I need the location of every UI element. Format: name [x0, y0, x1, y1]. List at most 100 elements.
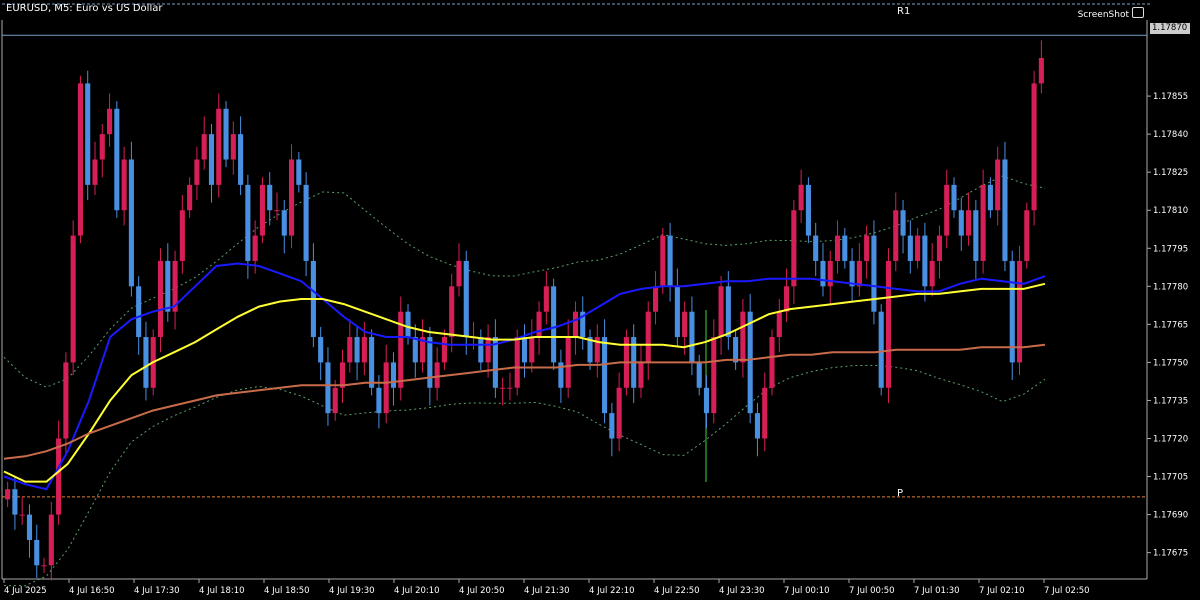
candle-body — [791, 210, 797, 287]
candle-body — [208, 134, 215, 185]
candle-body — [667, 235, 673, 287]
candle-body — [187, 184, 193, 211]
candle-body — [114, 108, 120, 211]
candle-body — [456, 260, 462, 287]
candle-body — [463, 260, 469, 338]
candle-body — [776, 311, 782, 338]
candle-body — [885, 260, 892, 388]
candle-body — [652, 286, 659, 312]
candle-body — [966, 210, 972, 236]
x-tick-label: 4 Jul 21:30 — [524, 586, 570, 596]
camera-icon — [1132, 7, 1144, 18]
candle-body — [325, 362, 331, 414]
candle-body — [798, 184, 804, 211]
candle-body — [485, 337, 491, 363]
candle-body — [551, 286, 557, 363]
candle-body — [820, 260, 826, 287]
x-tick-label: 4 Jul 20:10 — [394, 586, 440, 596]
candle-body — [856, 260, 862, 287]
candle-body — [274, 210, 280, 212]
candle-body — [289, 159, 295, 236]
candle-body — [769, 337, 775, 388]
candle-body — [915, 235, 921, 261]
candle-body — [616, 387, 622, 439]
candle-body — [361, 337, 367, 363]
candle-body — [216, 108, 222, 185]
candle-body — [740, 311, 746, 363]
y-tick-label: 1.17855 — [1153, 92, 1188, 102]
candle-body — [754, 413, 760, 439]
y-tick-label: 1.17675 — [1153, 549, 1188, 559]
candle-body — [521, 337, 528, 363]
y-tick-label: 1.17765 — [1153, 320, 1188, 330]
candle-body — [572, 311, 579, 338]
candle-body — [995, 159, 1001, 211]
candle-body — [660, 235, 666, 287]
x-tick-label: 4 Jul 16:50 — [69, 586, 115, 596]
candle-body — [281, 210, 287, 236]
candle-body — [296, 159, 302, 185]
candle-body — [369, 337, 375, 388]
candle-body — [842, 235, 848, 261]
candle-body — [12, 489, 18, 515]
candle-body — [405, 311, 411, 338]
candle-body — [1002, 159, 1008, 261]
y-tick-label: 1.17750 — [1153, 358, 1188, 368]
candle-body — [107, 108, 113, 135]
candle-body — [347, 337, 353, 363]
candle-body — [128, 159, 134, 287]
x-tick-label: 4 Jul 18:10 — [199, 586, 245, 596]
y-tick-label: 1.17705 — [1153, 473, 1188, 483]
candle-body — [733, 337, 739, 363]
candle-body — [354, 337, 360, 363]
candle-body — [303, 184, 309, 261]
candle-body — [390, 362, 397, 388]
candle-body — [34, 539, 40, 566]
x-tick-label: 7 Jul 00:50 — [849, 586, 895, 596]
candle-body — [929, 260, 935, 287]
candle-body — [878, 311, 884, 388]
candle-body — [5, 489, 11, 500]
candle-body — [747, 311, 753, 414]
x-tick-label: 4 Jul 19:30 — [329, 586, 375, 596]
candle-body — [332, 387, 338, 414]
candle-body — [805, 184, 811, 236]
candle-body — [958, 210, 964, 236]
price-chart[interactable]: 1.17855 1.17840 1.17825 1.17810 1.17795 1.177… — [0, 0, 1200, 600]
candle-body — [63, 362, 69, 439]
candle-body — [1038, 58, 1044, 84]
x-tick-label: 4 Jul 22:10 — [589, 586, 635, 596]
candle-body — [900, 210, 906, 236]
candle-body — [48, 514, 54, 566]
candle-body — [529, 337, 535, 363]
candle-body — [951, 184, 957, 211]
candle-body — [1024, 210, 1030, 261]
candle-body — [245, 184, 251, 261]
candle-body — [427, 337, 433, 388]
candle-body — [136, 286, 142, 338]
candle-body — [718, 286, 724, 338]
candle-body — [99, 134, 105, 160]
candle-body — [980, 184, 986, 261]
candle-body — [543, 286, 549, 312]
x-tick-label: 4 Jul 2025 — [4, 586, 47, 596]
candle-body — [252, 235, 258, 261]
candle-body — [259, 184, 265, 236]
screenshot-button[interactable]: ScreenShot — [1078, 7, 1144, 20]
candle-body — [223, 108, 229, 160]
candle-body — [339, 362, 346, 388]
candle-body — [864, 235, 870, 261]
candle-body — [165, 260, 171, 312]
current-price-tag: 1.17870 — [1150, 23, 1190, 34]
screenshot-label: ScreenShot — [1077, 10, 1129, 20]
candle-body — [711, 337, 717, 414]
candle-body — [500, 387, 506, 389]
candle-body — [26, 514, 33, 540]
candle-body — [762, 387, 768, 439]
candle-body — [834, 235, 841, 261]
x-tick-label: 4 Jul 20:50 — [459, 586, 505, 596]
candle-body — [638, 362, 644, 388]
candle-body — [507, 387, 513, 389]
candle-body — [973, 210, 979, 261]
candle-body — [41, 565, 47, 567]
